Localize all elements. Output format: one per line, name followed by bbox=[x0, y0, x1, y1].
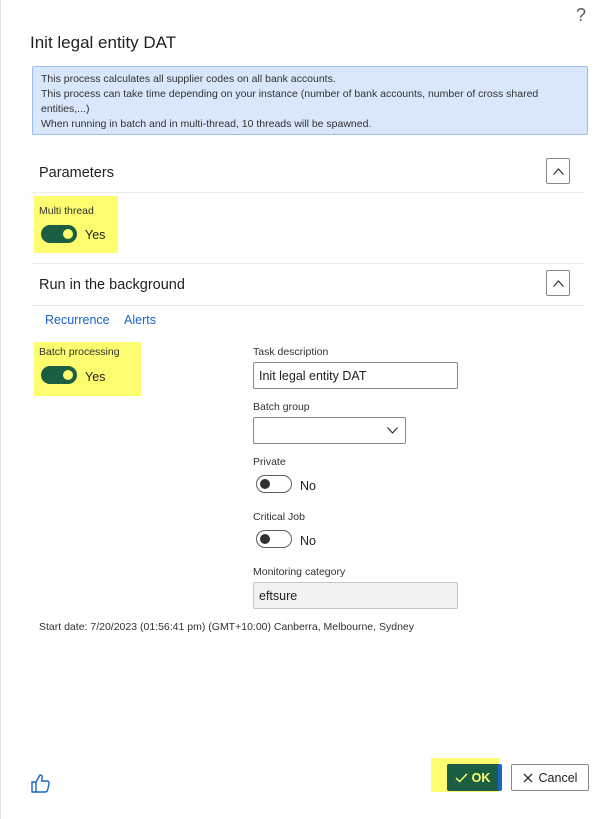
monitoring-category-label: Monitoring category bbox=[253, 566, 346, 578]
section-divider bbox=[31, 305, 584, 306]
multi-thread-toggle[interactable] bbox=[41, 225, 77, 243]
cancel-button[interactable]: Cancel bbox=[511, 764, 589, 791]
init-legal-entity-dialog: ? Init legal entity DAT This process cal… bbox=[0, 0, 606, 819]
section-divider bbox=[31, 263, 584, 264]
batch-processing-toggle[interactable] bbox=[41, 366, 77, 384]
section-divider bbox=[31, 192, 584, 193]
private-toggle[interactable] bbox=[256, 475, 292, 493]
cancel-label: Cancel bbox=[538, 770, 578, 785]
multi-thread-value: Yes bbox=[85, 228, 106, 242]
close-icon bbox=[523, 773, 532, 782]
recurrence-link[interactable]: Recurrence bbox=[45, 313, 110, 327]
task-description-label: Task description bbox=[253, 346, 329, 358]
info-line-3: When running in batch and in multi-threa… bbox=[41, 118, 372, 130]
critical-job-toggle[interactable] bbox=[256, 530, 292, 548]
critical-job-label: Critical Job bbox=[253, 511, 305, 523]
batch-group-select[interactable] bbox=[253, 417, 406, 444]
ok-label: OK bbox=[471, 770, 491, 785]
help-button[interactable]: ? bbox=[576, 5, 586, 26]
info-line-1: This process calculates all supplier cod… bbox=[41, 73, 336, 85]
start-date-text: Start date: 7/20/2023 (01:56:41 pm) (GMT… bbox=[39, 621, 415, 633]
task-description-input[interactable]: Init legal entity DAT bbox=[253, 362, 458, 389]
batch-processing-label: Batch processing bbox=[39, 346, 120, 358]
batch-group-label: Batch group bbox=[253, 401, 310, 413]
background-section-title[interactable]: Run in the background bbox=[39, 277, 185, 293]
chevron-up-icon bbox=[552, 279, 564, 287]
info-message-bar: This process calculates all supplier cod… bbox=[32, 66, 588, 135]
background-collapse-button[interactable] bbox=[546, 270, 570, 296]
ok-button[interactable]: OK bbox=[447, 764, 502, 791]
checkmark-icon bbox=[455, 772, 468, 783]
toggle-knob bbox=[63, 229, 73, 239]
private-label: Private bbox=[253, 456, 286, 468]
private-value: No bbox=[300, 479, 316, 493]
alerts-link[interactable]: Alerts bbox=[124, 313, 156, 327]
batch-processing-value: Yes bbox=[85, 370, 106, 384]
chevron-down-icon bbox=[387, 427, 398, 434]
critical-job-value: No bbox=[300, 534, 316, 548]
toggle-knob bbox=[63, 370, 73, 380]
toggle-knob bbox=[260, 534, 270, 544]
dialog-title: Init legal entity DAT bbox=[30, 33, 177, 52]
monitoring-category-field: eftsure bbox=[253, 582, 458, 609]
info-line-2: This process can take time depending on … bbox=[41, 88, 539, 115]
parameters-section-title[interactable]: Parameters bbox=[39, 165, 114, 181]
toggle-knob bbox=[260, 479, 270, 489]
thumbs-up-icon[interactable] bbox=[30, 772, 52, 794]
multi-thread-label: Multi thread bbox=[39, 205, 94, 217]
parameters-collapse-button[interactable] bbox=[546, 158, 570, 184]
chevron-up-icon bbox=[552, 167, 564, 175]
